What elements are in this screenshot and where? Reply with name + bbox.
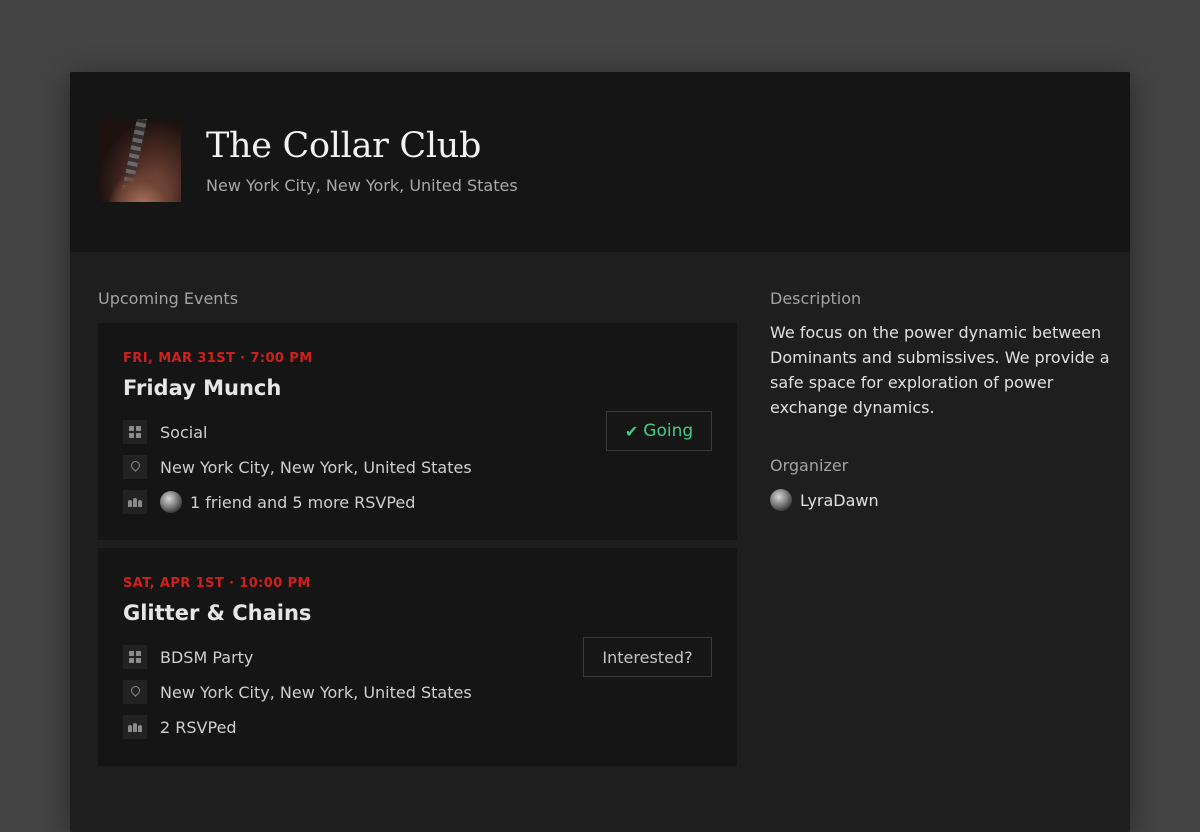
upcoming-events-heading: Upcoming Events xyxy=(98,289,239,308)
event-card[interactable]: FRI, MAR 31ST · 7:00 PM Friday Munch Soc… xyxy=(98,323,737,540)
event-date: FRI, MAR 31ST · 7:00 PM xyxy=(123,351,313,366)
event-rsvp-row: 2 RSVPed xyxy=(123,715,237,739)
category-icon xyxy=(123,420,147,444)
event-date: SAT, APR 1ST · 10:00 PM xyxy=(123,576,311,591)
event-location-row: New York City, New York, United States xyxy=(123,680,472,704)
description-heading: Description xyxy=(770,289,862,308)
group-avatar[interactable] xyxy=(98,119,181,202)
event-title[interactable]: Friday Munch xyxy=(123,376,281,400)
going-button-label: Going xyxy=(643,421,694,441)
event-rsvp-row: 1 friend and 5 more RSVPed xyxy=(123,490,415,514)
check-icon: ✔ xyxy=(624,421,639,441)
people-icon xyxy=(123,490,147,514)
location-pin-icon xyxy=(123,455,147,479)
people-icon xyxy=(123,715,147,739)
organizer-avatar[interactable] xyxy=(770,489,792,511)
event-title[interactable]: Glitter & Chains xyxy=(123,601,311,625)
event-location: New York City, New York, United States xyxy=(160,457,472,477)
event-rsvp[interactable]: 2 RSVPed xyxy=(160,718,237,737)
going-button[interactable]: ✔ Going xyxy=(606,411,712,451)
category-icon xyxy=(123,645,147,669)
event-location: New York City, New York, United States xyxy=(160,682,472,702)
event-category: BDSM Party xyxy=(160,647,254,667)
event-card[interactable]: SAT, APR 1ST · 10:00 PM Glitter & Chains… xyxy=(98,548,737,766)
organizer-heading: Organizer xyxy=(770,456,849,475)
group-card: The Collar Club New York City, New York,… xyxy=(70,72,1130,832)
group-description: We focus on the power dynamic between Do… xyxy=(770,323,1110,417)
event-rsvp[interactable]: 1 friend and 5 more RSVPed xyxy=(190,493,415,512)
event-category: Social xyxy=(160,422,208,442)
organizer[interactable]: LyraDawn xyxy=(770,489,879,511)
group-location: New York City, New York, United States xyxy=(206,176,518,195)
location-pin-icon xyxy=(123,680,147,704)
group-header: The Collar Club New York City, New York,… xyxy=(70,72,1130,252)
event-category-row: Social xyxy=(123,420,207,444)
event-location-row: New York City, New York, United States xyxy=(123,455,472,479)
friend-avatar[interactable] xyxy=(160,491,182,513)
organizer-name[interactable]: LyraDawn xyxy=(800,491,879,510)
event-category-row: BDSM Party xyxy=(123,645,253,669)
interested-button[interactable]: Interested? xyxy=(583,637,712,677)
group-title: The Collar Club xyxy=(206,126,482,166)
